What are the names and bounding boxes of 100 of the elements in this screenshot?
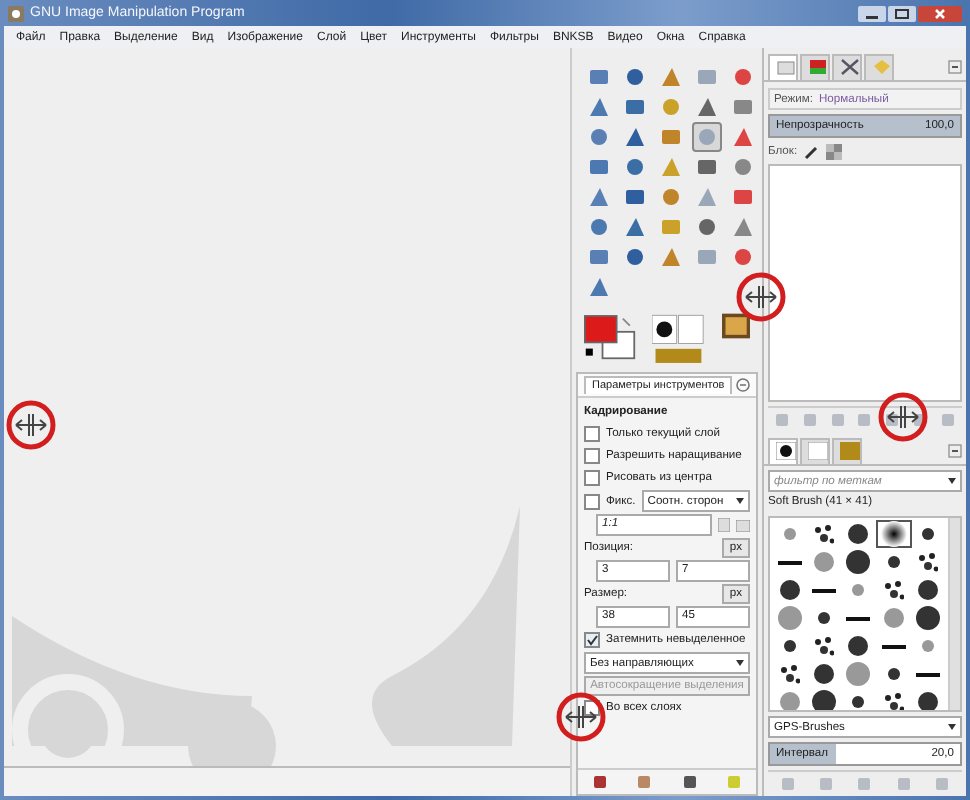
tab-icon xyxy=(840,58,860,76)
brush-shape-drawing xyxy=(922,640,935,652)
brush-shape-drawing xyxy=(848,636,869,656)
restore-icon[interactable] xyxy=(636,774,653,790)
brush-shape-drawing xyxy=(812,587,837,593)
tool-icon xyxy=(660,156,682,178)
brush-shape-drawing xyxy=(887,668,900,680)
brush-shape-drawing xyxy=(777,606,802,630)
brush-shape-drawing xyxy=(779,692,800,710)
tool-icon xyxy=(624,96,646,118)
tool-icon xyxy=(588,66,610,88)
close-icon[interactable] xyxy=(918,5,962,21)
tool-icon xyxy=(588,126,610,148)
checker-icon[interactable] xyxy=(825,143,842,159)
tool-icon xyxy=(588,96,610,118)
tool-icon xyxy=(696,216,718,238)
dock-tab[interactable] xyxy=(768,437,798,463)
checkbox[interactable] xyxy=(584,493,600,509)
tool-icon xyxy=(732,66,754,88)
brush-shape-drawing xyxy=(783,528,796,540)
brush-preview[interactable] xyxy=(911,604,946,632)
tool-icon xyxy=(624,66,646,88)
tool-icon xyxy=(660,216,682,238)
maximize-icon[interactable] xyxy=(888,5,916,21)
delete-icon[interactable] xyxy=(681,774,698,790)
tool-icon xyxy=(660,126,682,148)
brush-shape-drawing xyxy=(883,692,904,710)
tool-icon xyxy=(660,246,682,268)
brush-shape-drawing xyxy=(881,643,906,649)
brush-shape-drawing xyxy=(887,556,900,568)
brush-shape-drawing xyxy=(852,584,865,596)
tab-icon xyxy=(872,58,892,76)
image-thumbnail-icon[interactable] xyxy=(721,312,751,340)
tool-icon xyxy=(660,96,682,118)
tool-icon xyxy=(588,246,610,268)
checkbox[interactable] xyxy=(584,632,600,648)
annotation-circle xyxy=(736,272,786,322)
app-icon xyxy=(8,5,24,21)
tool-icon xyxy=(624,126,646,148)
save-icon[interactable] xyxy=(592,774,609,790)
brush-shape-drawing xyxy=(918,580,939,600)
tool-icon xyxy=(624,156,646,178)
tool-icon xyxy=(696,96,718,118)
brush-shape-drawing xyxy=(814,636,835,656)
panel-menu-icon[interactable] xyxy=(948,443,962,457)
brush-pattern-gradient-drawing[interactable] xyxy=(652,312,706,368)
tab-icon xyxy=(808,58,828,76)
brush-shape-drawing xyxy=(852,696,865,708)
tool-icon xyxy=(624,216,646,238)
tool-icon xyxy=(732,96,754,118)
tool-icon xyxy=(696,246,718,268)
tool-icon xyxy=(660,186,682,208)
dock-tab[interactable] xyxy=(832,53,862,79)
tool-icon xyxy=(696,186,718,208)
checkbox[interactable] xyxy=(584,426,600,442)
panel-menu-icon[interactable] xyxy=(948,59,962,73)
tool-icon xyxy=(732,126,754,148)
tool-icon xyxy=(732,156,754,178)
tool-icon xyxy=(696,66,718,88)
tool-icon xyxy=(588,276,610,298)
brush-shape-drawing xyxy=(777,559,802,565)
brush-shape-drawing xyxy=(814,664,835,684)
brush-shape-drawing xyxy=(814,552,835,572)
brush-shape-drawing xyxy=(883,580,904,600)
minimize-icon[interactable] xyxy=(858,5,886,21)
annotation-circle xyxy=(6,400,56,450)
tool-icon xyxy=(696,156,718,178)
brush-preview[interactable] xyxy=(876,520,912,548)
brush-shape-drawing xyxy=(879,520,908,548)
brush-shape-drawing xyxy=(922,528,935,540)
tool-icon xyxy=(660,66,682,88)
brush-shape-drawing xyxy=(916,606,941,630)
scrollbar[interactable] xyxy=(948,518,960,710)
brush-shape-drawing xyxy=(848,524,869,544)
brush-shape-drawing xyxy=(783,640,796,652)
brush-shape-drawing xyxy=(918,552,939,572)
check-icon xyxy=(586,634,598,646)
tool-icon xyxy=(588,156,610,178)
brush-shape-drawing xyxy=(818,612,831,624)
checkbox[interactable] xyxy=(584,470,600,486)
tool-icon xyxy=(732,186,754,208)
tool-button[interactable] xyxy=(692,122,722,152)
brush-shape-drawing xyxy=(779,580,800,600)
annotation-circle xyxy=(556,692,606,742)
tool-icon xyxy=(696,126,718,148)
color-swatches-icon[interactable] xyxy=(584,312,637,364)
tool-icon xyxy=(732,216,754,238)
brush-icon[interactable] xyxy=(803,143,820,159)
brush-shape-drawing xyxy=(846,550,871,574)
tool-icon xyxy=(588,216,610,238)
brush-shape-drawing xyxy=(883,608,904,628)
tool-icon xyxy=(732,246,754,268)
tool-icon xyxy=(624,246,646,268)
tool-icon xyxy=(624,186,646,208)
brush-preview[interactable] xyxy=(806,688,842,710)
brush-shape-drawing xyxy=(846,662,871,686)
checkbox[interactable] xyxy=(584,448,600,464)
brush-shape-drawing xyxy=(846,615,871,621)
brush-shape-drawing xyxy=(814,524,835,544)
panel-menu-icon[interactable] xyxy=(736,378,750,392)
